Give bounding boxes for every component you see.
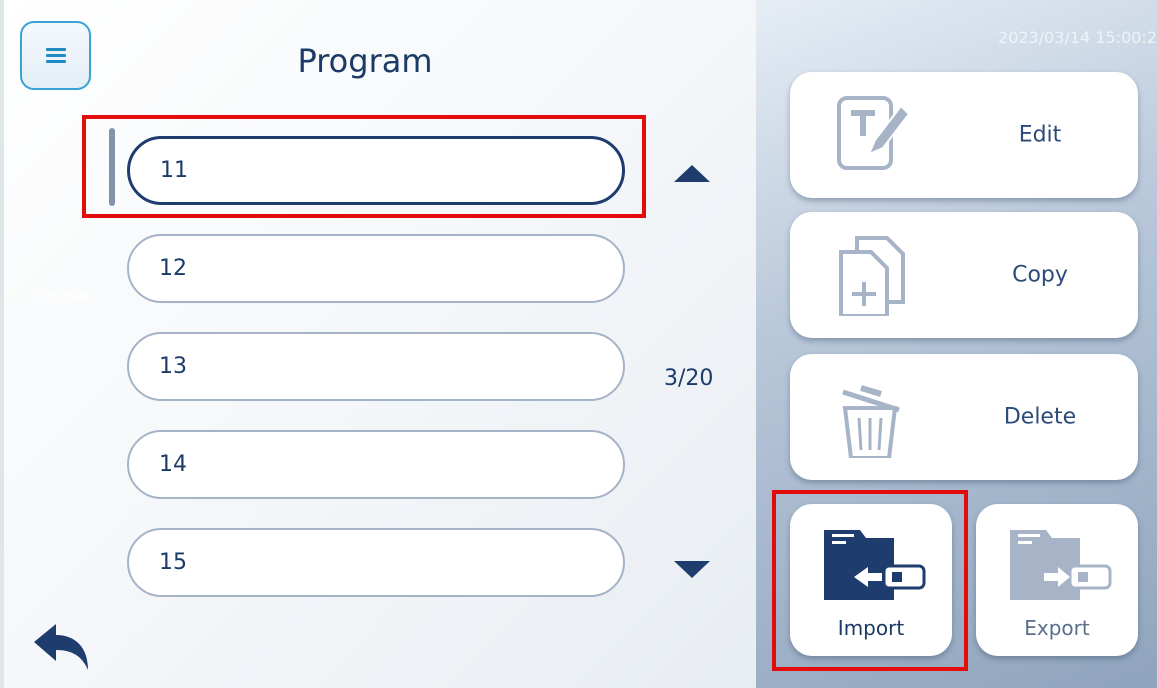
program-item-15[interactable]: 15 — [127, 528, 625, 597]
page-indicator: 3/20 — [664, 366, 714, 391]
page-title: Program — [297, 42, 433, 80]
triangle-down-icon[interactable] — [674, 561, 710, 578]
datetime: 2023/03/14 15:00:2 — [998, 28, 1157, 47]
program-item-label: 15 — [159, 550, 187, 575]
copy-button[interactable]: Copy — [790, 212, 1138, 338]
hamburger-icon — [45, 45, 66, 66]
program-item-label: 11 — [160, 158, 188, 183]
delete-button[interactable]: Delete — [790, 354, 1138, 480]
program-item-label: 12 — [159, 256, 187, 281]
program-item-14[interactable]: 14 — [127, 430, 625, 499]
copy-add-icon — [835, 232, 915, 320]
triangle-up-icon[interactable] — [674, 165, 710, 182]
export-button[interactable]: Export — [976, 504, 1138, 656]
program-item-12[interactable]: 12 — [127, 234, 625, 303]
folder-usb-import-icon — [820, 522, 930, 608]
ghost-label: Program — [38, 288, 92, 304]
program-item-label: 14 — [159, 452, 187, 477]
back-arrow-icon — [34, 624, 88, 670]
selection-indicator — [109, 128, 115, 206]
import-button[interactable]: Import — [790, 504, 952, 656]
edit-label: Edit — [1018, 122, 1062, 148]
delete-label: Delete — [1003, 404, 1077, 430]
copy-label: Copy — [1012, 262, 1068, 288]
back-button[interactable] — [30, 622, 94, 672]
program-item-label: 13 — [159, 354, 187, 379]
edit-document-icon — [835, 92, 915, 180]
folder-usb-export-icon — [1006, 522, 1116, 608]
menu-button[interactable] — [20, 21, 91, 90]
export-label: Export — [1024, 616, 1090, 640]
trash-icon — [835, 374, 915, 462]
edit-button[interactable]: Edit — [790, 72, 1138, 198]
import-label: Import — [837, 616, 905, 640]
program-item-11[interactable]: 11 — [127, 136, 625, 205]
program-item-13[interactable]: 13 — [127, 332, 625, 401]
